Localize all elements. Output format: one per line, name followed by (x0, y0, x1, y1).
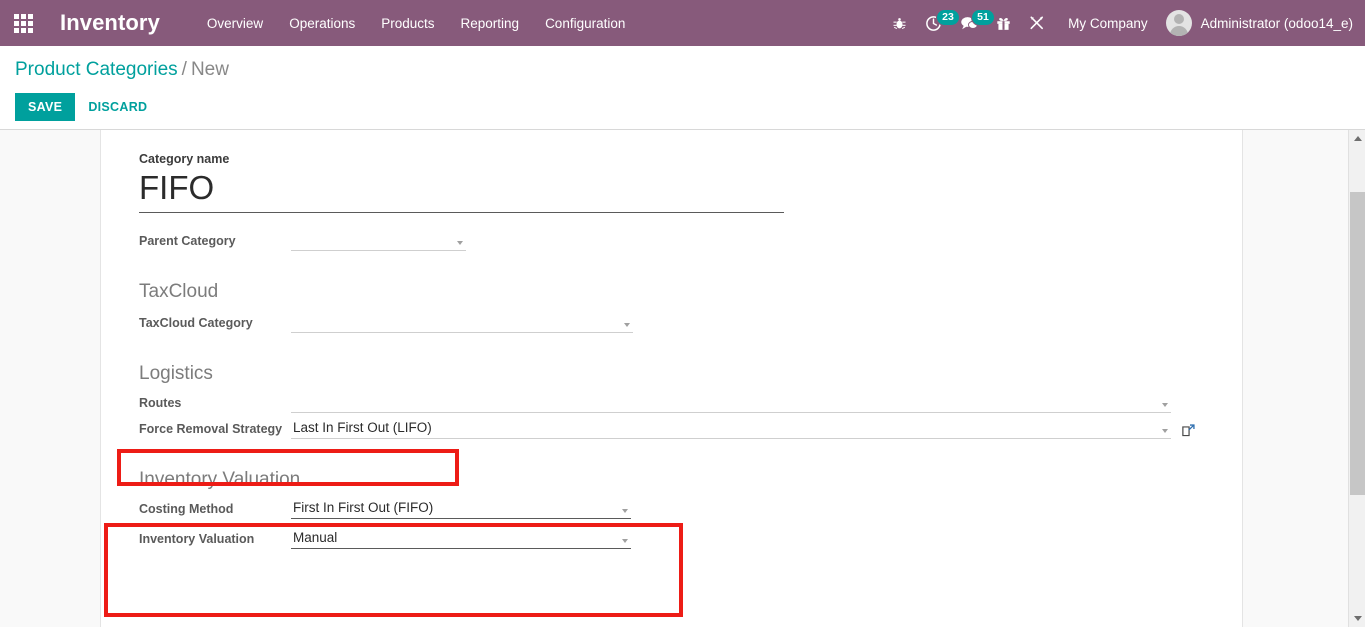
user-name-label: Administrator (odoo14_e) (1200, 15, 1353, 31)
category-name-label: Category name (139, 152, 230, 166)
gift-icon (997, 17, 1010, 30)
external-link-icon (1182, 424, 1195, 437)
breadcrumb-product-categories[interactable]: Product Categories (15, 59, 178, 80)
inventory-valuation-value: Manual (293, 530, 338, 545)
force-removal-strategy-label: Force Removal Strategy (139, 422, 283, 436)
costing-method-value: First In First Out (FIFO) (293, 500, 434, 515)
inventory-valuation-label: Inventory Valuation (139, 532, 255, 546)
inventory-valuation-section-title: Inventory Valuation (139, 469, 301, 490)
top-navbar: Inventory Overview Operations Products R… (0, 0, 1365, 46)
force-removal-strategy-value: Last In First Out (LIFO) (293, 420, 432, 435)
apps-grid-icon (13, 13, 33, 33)
breadcrumb-separator: / (181, 59, 187, 80)
chevron-down-icon (457, 241, 463, 245)
parent-category-row: Parent Category (139, 231, 1218, 251)
menu-item-operations[interactable]: Operations (276, 0, 368, 46)
taxcloud-category-label: TaxCloud Category (139, 316, 253, 330)
main-menu: Overview Operations Products Reporting C… (194, 0, 638, 46)
category-name-group: Category name (139, 152, 1218, 213)
chevron-down-icon (622, 509, 628, 513)
save-button[interactable]: SAVE (15, 93, 76, 121)
developer-tools-icon (1030, 16, 1044, 30)
menu-item-reporting[interactable]: Reporting (448, 0, 533, 46)
parent-category-label: Parent Category (139, 234, 236, 248)
force-removal-strategy-field[interactable]: Last In First Out (LIFO) (291, 419, 1171, 439)
menu-item-configuration[interactable]: Configuration (532, 0, 638, 46)
scroll-down-button[interactable] (1349, 610, 1365, 627)
scrollbar-thumb[interactable] (1350, 192, 1365, 495)
form-sheet: Category name Parent Category TaxCloud T… (100, 130, 1243, 627)
logistics-section-title: Logistics (139, 363, 213, 384)
vertical-scrollbar[interactable] (1348, 130, 1365, 627)
company-switcher[interactable]: My Company (1054, 16, 1160, 31)
chevron-down-icon (1162, 403, 1168, 407)
costing-method-row: Costing Method First In First Out (FIFO) (139, 499, 1218, 519)
inventory-valuation-field[interactable]: Manual (291, 529, 631, 549)
taxcloud-category-row: TaxCloud Category (139, 313, 1218, 333)
control-panel: Product Categories / New SAVE DISCARD (0, 46, 1365, 130)
menu-item-overview[interactable]: Overview (194, 0, 276, 46)
discard-button[interactable]: DISCARD (75, 93, 160, 121)
chevron-down-icon (624, 323, 630, 327)
force-removal-strategy-row: Force Removal Strategy Last In First Out… (139, 419, 1218, 439)
chevron-down-icon (622, 539, 628, 543)
costing-method-label: Costing Method (139, 502, 234, 516)
user-menu[interactable]: Administrator (odoo14_e) (1160, 10, 1353, 36)
messages-button[interactable]: 51 (951, 0, 995, 46)
scroll-up-icon (1353, 136, 1362, 141)
app-brand-title[interactable]: Inventory (60, 10, 160, 36)
inventory-valuation-row: Inventory Valuation Manual (139, 529, 1218, 549)
developer-tools-button[interactable] (1020, 0, 1054, 46)
force-removal-strategy-open-button[interactable] (1181, 423, 1196, 439)
costing-method-field[interactable]: First In First Out (FIFO) (291, 499, 631, 519)
taxcloud-section-title: TaxCloud (139, 281, 219, 302)
form-view-body: Category name Parent Category TaxCloud T… (0, 130, 1365, 627)
routes-field[interactable] (291, 393, 1171, 413)
routes-row: Routes (139, 393, 1218, 413)
breadcrumb-current: New (190, 59, 229, 80)
navbar-systray: 23 51 My Company Administrator (odoo14_e… (883, 0, 1365, 46)
parent-category-field[interactable] (291, 231, 466, 251)
avatar (1165, 10, 1192, 36)
taxcloud-category-field[interactable] (291, 313, 633, 333)
gift-button[interactable] (987, 0, 1020, 46)
apps-menu-button[interactable] (0, 0, 46, 46)
scroll-up-button[interactable] (1349, 130, 1365, 147)
routes-label: Routes (139, 396, 182, 410)
activities-button[interactable]: 23 (916, 0, 960, 46)
category-name-input[interactable] (139, 169, 784, 213)
breadcrumb: Product Categories / New (15, 58, 229, 82)
bug-button[interactable] (883, 0, 916, 46)
scroll-down-icon (1353, 616, 1362, 621)
menu-item-products[interactable]: Products (368, 0, 447, 46)
chevron-down-icon (1162, 429, 1168, 433)
form-action-buttons: SAVE DISCARD (15, 93, 160, 121)
bug-icon (893, 17, 906, 29)
